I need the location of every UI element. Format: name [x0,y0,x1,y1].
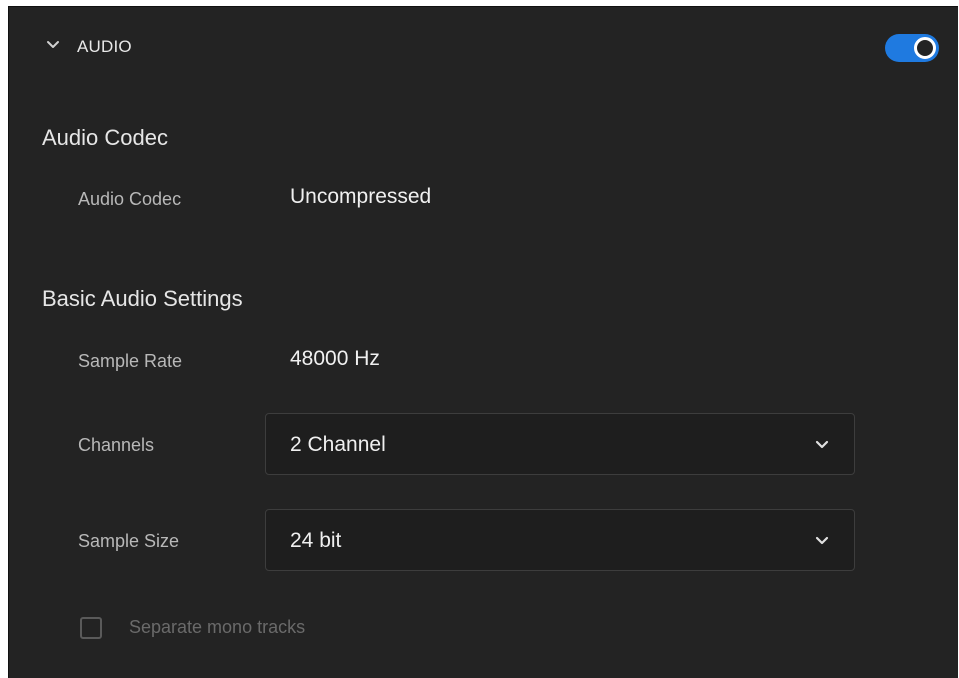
sample-rate-label: Sample Rate [78,351,183,371]
separate-mono-tracks-checkbox[interactable] [80,617,102,639]
channels-dropdown[interactable]: 2 Channel [265,413,855,475]
sample-size-label: Sample Size [78,531,180,551]
sample-size-dropdown-value: 24 bit [290,529,342,552]
audio-codec-group-title: Audio Codec [42,125,168,150]
audio-settings-panel: AUDIO Audio Codec Audio Codec Uncompress… [8,6,958,678]
basic-audio-settings-title: Basic Audio Settings [42,286,243,311]
section-title: AUDIO [77,37,132,56]
chevron-down-icon[interactable] [45,37,61,53]
sample-rate-value: 48000 Hz [290,347,380,370]
audio-section-header[interactable]: AUDIO [9,7,958,89]
audio-enable-toggle[interactable] [885,34,939,62]
sample-size-dropdown[interactable]: 24 bit [265,509,855,571]
separate-mono-tracks-label: Separate mono tracks [129,617,306,637]
chevron-down-icon [814,437,830,453]
channels-dropdown-value: 2 Channel [290,433,386,456]
channels-label: Channels [78,435,155,455]
chevron-down-icon [814,533,830,549]
audio-codec-value: Uncompressed [290,185,432,208]
audio-codec-label: Audio Codec [78,189,182,209]
toggle-knob [914,37,936,59]
